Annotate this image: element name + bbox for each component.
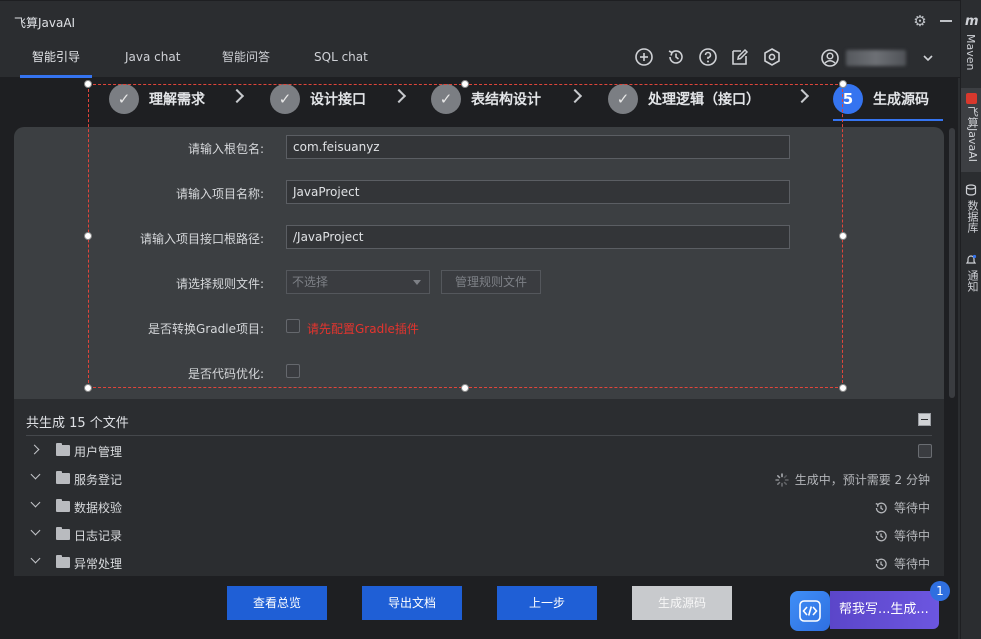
- file-status-text: 生成中，预计需要 2 分钟: [794, 473, 930, 487]
- step-generate-source[interactable]: 5 生成源码: [833, 84, 929, 114]
- database-icon: [965, 184, 977, 196]
- file-group-row[interactable]: 服务登记 生成中，预计需要 2 分钟: [26, 465, 932, 493]
- folder-icon: [56, 527, 70, 540]
- file-status: 等待中: [874, 499, 930, 516]
- tool-window-titlebar: 飞算JavaAI ⚙: [0, 0, 960, 40]
- settings-hex-icon[interactable]: [762, 47, 782, 67]
- collapse-all-icon[interactable]: [918, 413, 931, 426]
- tab-sql-chat[interactable]: SQL chat: [302, 40, 380, 78]
- chevron-down-icon[interactable]: [30, 525, 41, 536]
- file-group-row[interactable]: 异常处理 等待中: [26, 549, 932, 577]
- form-scrollbar[interactable]: [949, 128, 955, 398]
- right-tool-stripe: m Maven 飞算JavaAI 数据库 通知: [960, 0, 981, 639]
- chevron-right-icon[interactable]: [29, 444, 40, 455]
- file-group-row[interactable]: 日志记录 等待中: [26, 521, 932, 549]
- resize-handle[interactable]: [84, 80, 92, 88]
- chevron-down-icon[interactable]: [30, 553, 41, 564]
- maven-icon: m: [965, 14, 979, 29]
- selection-rectangle[interactable]: [88, 84, 843, 388]
- user-menu[interactable]: [818, 46, 940, 70]
- assist-prompt-button[interactable]: 帮我写...生成...: [830, 591, 939, 629]
- plus-circle-icon[interactable]: [634, 47, 654, 67]
- file-group-name: 用户管理: [74, 445, 123, 459]
- history-icon[interactable]: [666, 47, 686, 67]
- username-redacted: [846, 50, 906, 66]
- folder-icon: [56, 471, 70, 484]
- file-group-name: 日志记录: [74, 529, 123, 543]
- chevron-down-icon[interactable]: [30, 469, 41, 480]
- bell-icon: [965, 254, 977, 264]
- export-doc-button[interactable]: 导出文档: [362, 586, 462, 620]
- tab-java-chat[interactable]: Java chat: [113, 40, 192, 78]
- resize-handle[interactable]: [461, 80, 469, 88]
- previous-step-button[interactable]: 上一步: [497, 586, 597, 620]
- file-group-name: 服务登记: [74, 473, 123, 487]
- file-group-name: 数据校验: [74, 501, 123, 515]
- tab-smart-qa[interactable]: 智能问答: [210, 40, 282, 78]
- files-header: 共生成 15 个文件: [26, 416, 129, 431]
- stripe-database[interactable]: 数据库: [964, 200, 980, 233]
- divider: [26, 435, 932, 436]
- file-status-text: 等待中: [893, 557, 930, 571]
- generate-source-button[interactable]: 生成源码: [632, 586, 732, 620]
- resize-handle[interactable]: [839, 80, 847, 88]
- file-status-text: 等待中: [893, 529, 930, 543]
- javaai-logo-icon: [966, 93, 977, 104]
- code-assist-icon[interactable]: [790, 591, 830, 631]
- stripe-notifications[interactable]: 通知: [964, 270, 980, 292]
- folder-icon: [56, 555, 70, 568]
- spinner-icon: [774, 472, 789, 487]
- generated-files-panel: 共生成 15 个文件 用户管理 服务登记 生成中，预计需要 2 分钟 数据校验 …: [14, 399, 944, 576]
- tab-smart-guide[interactable]: 智能引导: [20, 40, 93, 78]
- file-group-name: 异常处理: [74, 557, 123, 571]
- folder-icon: [56, 443, 70, 456]
- file-group-row[interactable]: 用户管理: [26, 437, 932, 465]
- resize-handle[interactable]: [84, 232, 92, 240]
- stripe-maven[interactable]: Maven: [964, 34, 977, 70]
- resize-handle[interactable]: [84, 384, 92, 392]
- resize-handle[interactable]: [839, 384, 847, 392]
- resize-handle[interactable]: [839, 232, 847, 240]
- stripe-javaai[interactable]: 飞算JavaAI: [964, 106, 980, 162]
- tab-bar: 智能引导 Java chat 智能问答 SQL chat: [0, 40, 960, 78]
- current-step-underline: [833, 119, 943, 121]
- folder-icon: [56, 499, 70, 512]
- clock-icon: [875, 502, 887, 513]
- chevron-down-icon[interactable]: [922, 52, 934, 64]
- edit-icon[interactable]: [730, 47, 750, 67]
- clock-icon: [875, 530, 887, 541]
- chevron-down-icon[interactable]: [30, 497, 41, 508]
- file-group-row[interactable]: 数据校验 等待中: [26, 493, 932, 521]
- row-checkbox[interactable]: [918, 444, 932, 458]
- gear-icon[interactable]: ⚙: [912, 13, 928, 29]
- file-status-text: 等待中: [893, 501, 930, 515]
- tool-window-title: 飞算JavaAI: [14, 16, 76, 30]
- file-status: 生成中，预计需要 2 分钟: [774, 471, 930, 488]
- notification-badge: 1: [930, 581, 950, 601]
- minimize-icon[interactable]: [940, 20, 952, 22]
- code-icon: [799, 600, 821, 622]
- file-status: 等待中: [874, 527, 930, 544]
- help-icon[interactable]: [698, 47, 718, 67]
- clock-icon: [875, 558, 887, 569]
- step-label: 生成源码: [873, 92, 929, 108]
- file-status: 等待中: [874, 555, 930, 572]
- resize-handle[interactable]: [461, 384, 469, 392]
- user-icon: [821, 49, 839, 67]
- view-overview-button[interactable]: 查看总览: [227, 586, 327, 620]
